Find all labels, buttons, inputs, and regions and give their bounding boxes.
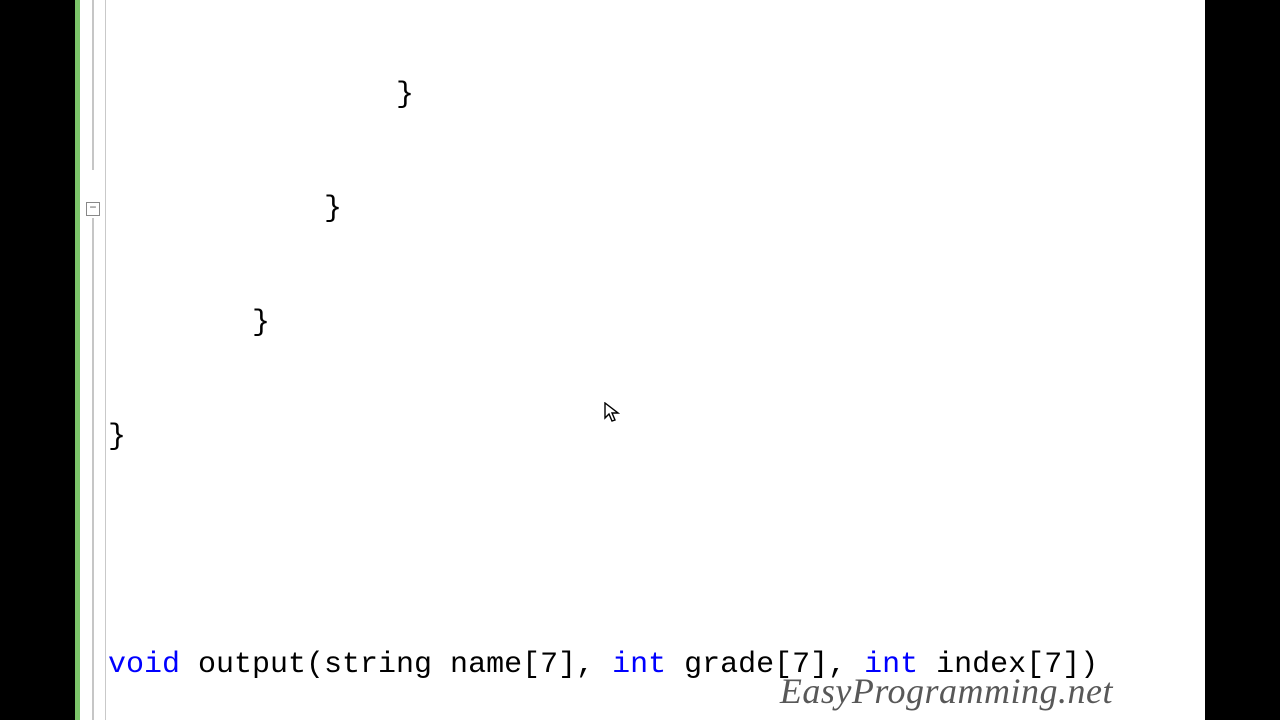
- keyword-int: int: [864, 648, 918, 682]
- fold-minus-icon: −: [89, 201, 96, 215]
- keyword-void: void: [108, 648, 180, 682]
- fold-toggle-icon[interactable]: −: [86, 202, 100, 216]
- code-area[interactable]: } } } } void output(string name[7], int …: [106, 0, 1205, 720]
- fold-guide-line: [92, 0, 94, 170]
- code-editor-viewport[interactable]: − } } } } void output(string name[7], in…: [75, 0, 1205, 720]
- code-line[interactable]: void output(string name[7], int grade[7]…: [108, 646, 1205, 684]
- code-line[interactable]: [108, 532, 1205, 570]
- fold-guide-line: [92, 218, 94, 720]
- keyword-int: int: [612, 648, 666, 682]
- code-line[interactable]: }: [108, 190, 1205, 228]
- code-line[interactable]: }: [108, 304, 1205, 342]
- code-line[interactable]: }: [108, 418, 1205, 456]
- fold-gutter: −: [80, 0, 106, 720]
- mouse-cursor-icon: [496, 360, 512, 382]
- code-line[interactable]: }: [108, 76, 1205, 114]
